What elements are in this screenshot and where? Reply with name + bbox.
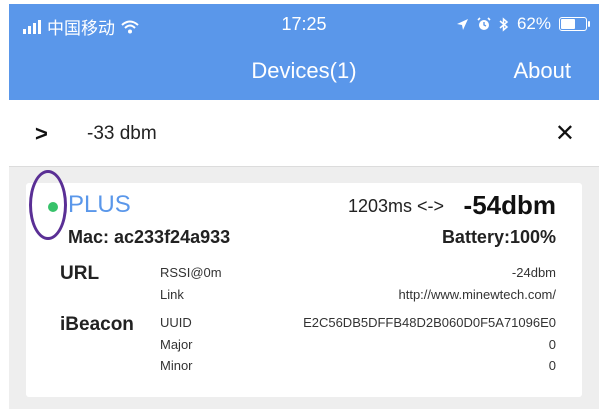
status-right: 62% (456, 14, 590, 34)
battery-percent: 62% (516, 14, 551, 33)
bluetooth-icon (499, 16, 509, 32)
field-value-rssi: -24dbm (511, 265, 556, 280)
field-value-uuid: E2C56DB5DFFB48D2B060D0F5A71096E0 (303, 315, 556, 330)
mac-address: Mac: ac233f24a933 (68, 227, 231, 247)
close-icon[interactable]: ✕ (555, 119, 575, 148)
about-button[interactable]: About (514, 58, 572, 84)
highlight-ring (29, 170, 67, 240)
battery-fill (561, 19, 575, 29)
chevron-right-icon[interactable]: > (35, 121, 48, 147)
page-title: Devices(1) (251, 58, 357, 83)
app-header: 中国移动 17:25 62% Devices(1) About (9, 4, 599, 100)
alarm-icon (477, 17, 491, 30)
status-bar: 中国移动 17:25 62% (9, 4, 599, 44)
filter-value: -33 dbm (87, 123, 157, 144)
rssi-value: -54dbm (463, 190, 556, 220)
field-label-major: Major (160, 337, 193, 352)
location-arrow-icon (456, 18, 468, 30)
field-value-major: 0 (548, 337, 556, 352)
battery-level: Battery:100% (441, 227, 556, 247)
field-label-uuid: UUID (160, 315, 192, 330)
device-card[interactable]: PLUS 1203ms <-> -54dbm Mac: ac233f24a933… (26, 170, 582, 397)
field-label-minor: Minor (160, 358, 193, 373)
field-label-link: Link (160, 287, 184, 302)
device-name: PLUS (68, 191, 131, 218)
rssi-filter-bar[interactable]: > -33 dbm ✕ (9, 100, 599, 167)
field-label-rssi: RSSI@0m (160, 265, 222, 280)
field-value-link: http://www.minewtech.com/ (398, 287, 557, 302)
broadcast-interval: 1203ms <-> (347, 196, 444, 216)
frame-type-url: URL (60, 263, 100, 284)
frame-type-ibeacon: iBeacon (60, 314, 134, 335)
battery-icon (559, 17, 590, 31)
field-value-minor: 0 (548, 358, 556, 373)
